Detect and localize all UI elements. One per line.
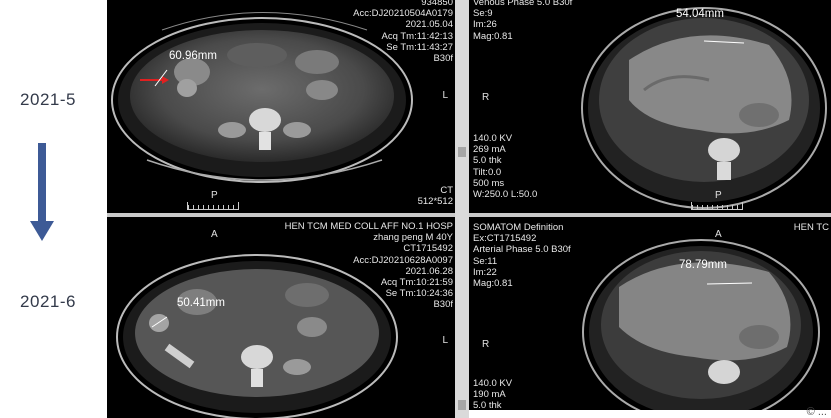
scrollbar-thumb[interactable] — [458, 147, 466, 157]
panel-divider-horizontal — [107, 213, 831, 217]
orientation-posterior-marker: P — [715, 190, 722, 201]
acquisition-params-overlay: 140.0 KV 190 mA 5.0 thk — [473, 378, 513, 410]
ct-panel-bottom-right[interactable]: SOMATOM Definition Ex:CT1715492 Arterial… — [469, 217, 831, 410]
scrollbar-thumb-lower[interactable] — [458, 400, 466, 410]
orientation-left-marker: L — [442, 335, 448, 346]
date-label-may: 2021-5 — [20, 90, 76, 109]
vertical-scrollbar[interactable] — [455, 0, 469, 418]
lesion-measurement: 60.96mm — [169, 50, 217, 62]
orientation-left-marker: L — [442, 90, 448, 101]
watermark-text: © ... — [806, 406, 827, 418]
image-size-overlay: CT 512*512 — [417, 185, 453, 208]
orientation-anterior-marker: A — [211, 229, 218, 240]
orientation-right-marker: R — [482, 339, 490, 350]
patient-info-overlay: HEN TCM MED COLL AFF NO.1 HOSP zhang pen… — [284, 221, 453, 311]
acquisition-params-overlay: 140.0 KV 269 mA 5.0 thk Tilt:0.0 500 ms … — [473, 133, 538, 201]
study-info-overlay: 934850 Acc:DJ20210504A0179 2021.05.04 Ac… — [353, 0, 453, 65]
hospital-name-overlay: HEN TC — [793, 222, 829, 233]
ct-panel-top-left[interactable]: 60.96mm 934850 Acc:DJ20210504A0179 2021.… — [107, 0, 455, 213]
ct-panel-top-right[interactable]: Venous Phase 5.0 B30f Se:9 Im:26 Mag:0.8… — [469, 0, 831, 213]
orientation-right-marker: R — [482, 92, 490, 103]
down-arrow-icon — [30, 143, 54, 241]
scanner-info-overlay: SOMATOM Definition Ex:CT1715492 Arterial… — [473, 222, 571, 290]
lesion-measurement: 78.79mm — [679, 259, 727, 271]
orientation-anterior-marker: A — [715, 229, 722, 240]
scale-ruler — [691, 202, 743, 210]
date-label-june: 2021-6 — [20, 292, 76, 311]
orientation-posterior-marker: P — [211, 190, 218, 201]
series-info-overlay: Venous Phase 5.0 B30f Se:9 Im:26 Mag:0.8… — [473, 0, 573, 42]
scale-ruler — [187, 202, 239, 210]
lesion-measurement: 54.04mm — [676, 8, 724, 20]
ct-panel-bottom-left[interactable]: A HEN TCM MED COLL AFF NO.1 HOSP zhang p… — [107, 217, 455, 418]
lesion-measurement: 50.41mm — [177, 297, 225, 309]
